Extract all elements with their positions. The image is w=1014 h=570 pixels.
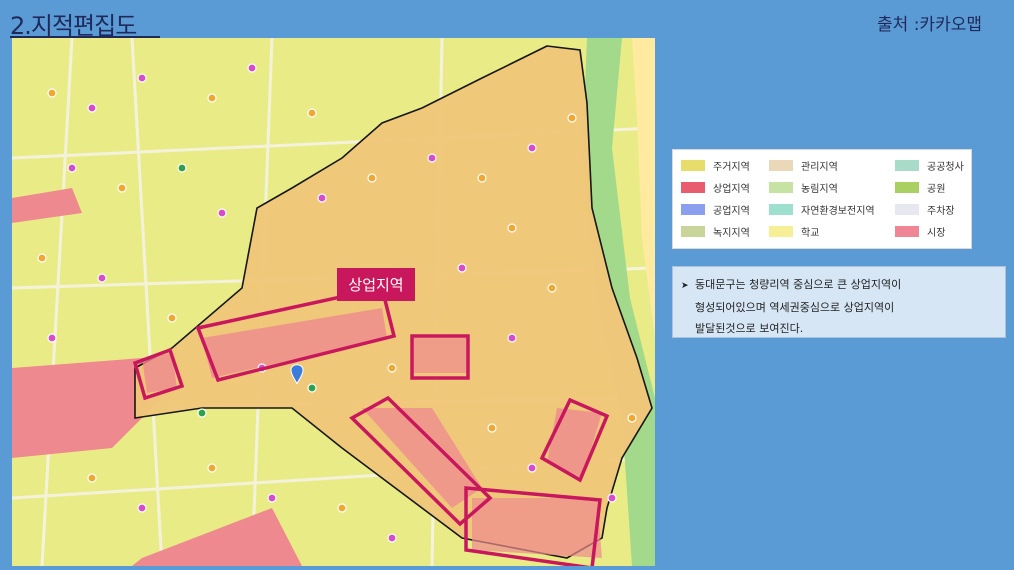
legend-label: 공업지역: [713, 206, 750, 217]
legend-item: 상업지역: [681, 180, 750, 195]
legend-label: 상업지역: [713, 184, 750, 195]
note-line-3: 발달된것으로 보여진다.: [695, 322, 804, 335]
note-line-2: 형성되어있으며 역세권중심으로 상업지역이: [695, 301, 895, 314]
legend-label: 관리지역: [801, 162, 838, 173]
legend-swatch: [681, 204, 705, 215]
zoning-map[interactable]: 상업지역: [12, 38, 655, 566]
legend-item: 자연환경보전지역: [769, 202, 875, 217]
analysis-note: ➤ 동대문구는 청량리역 중심으로 큰 상업지역이 형성되어있으며 역세권중심으로…: [672, 266, 1006, 338]
legend-item: 주차장: [895, 202, 955, 217]
legend-swatch: [769, 204, 793, 215]
legend-label: 주차장: [927, 206, 955, 217]
legend-label: 농림지역: [801, 184, 838, 195]
source-label: 출처 :카카오맵: [877, 15, 982, 35]
legend-swatch: [895, 160, 919, 171]
map-canvas: [12, 38, 655, 566]
legend-item: 주거지역: [681, 158, 750, 173]
legend-swatch: [681, 160, 705, 171]
legend-label: 학교: [801, 228, 820, 239]
legend-swatch: [681, 226, 705, 237]
legend-label: 공공청사: [927, 162, 964, 173]
map-legend: 주거지역 관리지역 공공청사상업지역 농림지역 공원공업지역 자연환경보전지역 주차장녹지지…: [672, 149, 972, 249]
arrow-bullet-icon: ➤: [681, 281, 689, 291]
legend-item: 녹지지역: [681, 224, 750, 239]
legend-swatch: [769, 160, 793, 171]
legend-item: 농림지역: [769, 180, 838, 195]
legend-swatch: [769, 226, 793, 237]
legend-swatch: [895, 226, 919, 237]
legend-item: 공원: [895, 180, 945, 195]
legend-label: 자연환경보전지역: [801, 206, 875, 217]
legend-swatch: [895, 204, 919, 215]
legend-item: 공공청사: [895, 158, 964, 173]
legend-swatch: [895, 182, 919, 193]
legend-label: 시장: [927, 228, 946, 239]
legend-label: 주거지역: [713, 162, 750, 173]
commercial-zone-label: 상업지역: [337, 268, 415, 301]
legend-item: 관리지역: [769, 158, 838, 173]
legend-swatch: [681, 182, 705, 193]
legend-label: 녹지지역: [713, 228, 750, 239]
note-line-1: ➤ 동대문구는 청량리역 중심으로 큰 상업지역이: [681, 274, 997, 297]
legend-label: 공원: [927, 184, 946, 195]
legend-item: 학교: [769, 224, 819, 239]
legend-item: 시장: [895, 224, 945, 239]
legend-item: 공업지역: [681, 202, 750, 217]
legend-swatch: [769, 182, 793, 193]
